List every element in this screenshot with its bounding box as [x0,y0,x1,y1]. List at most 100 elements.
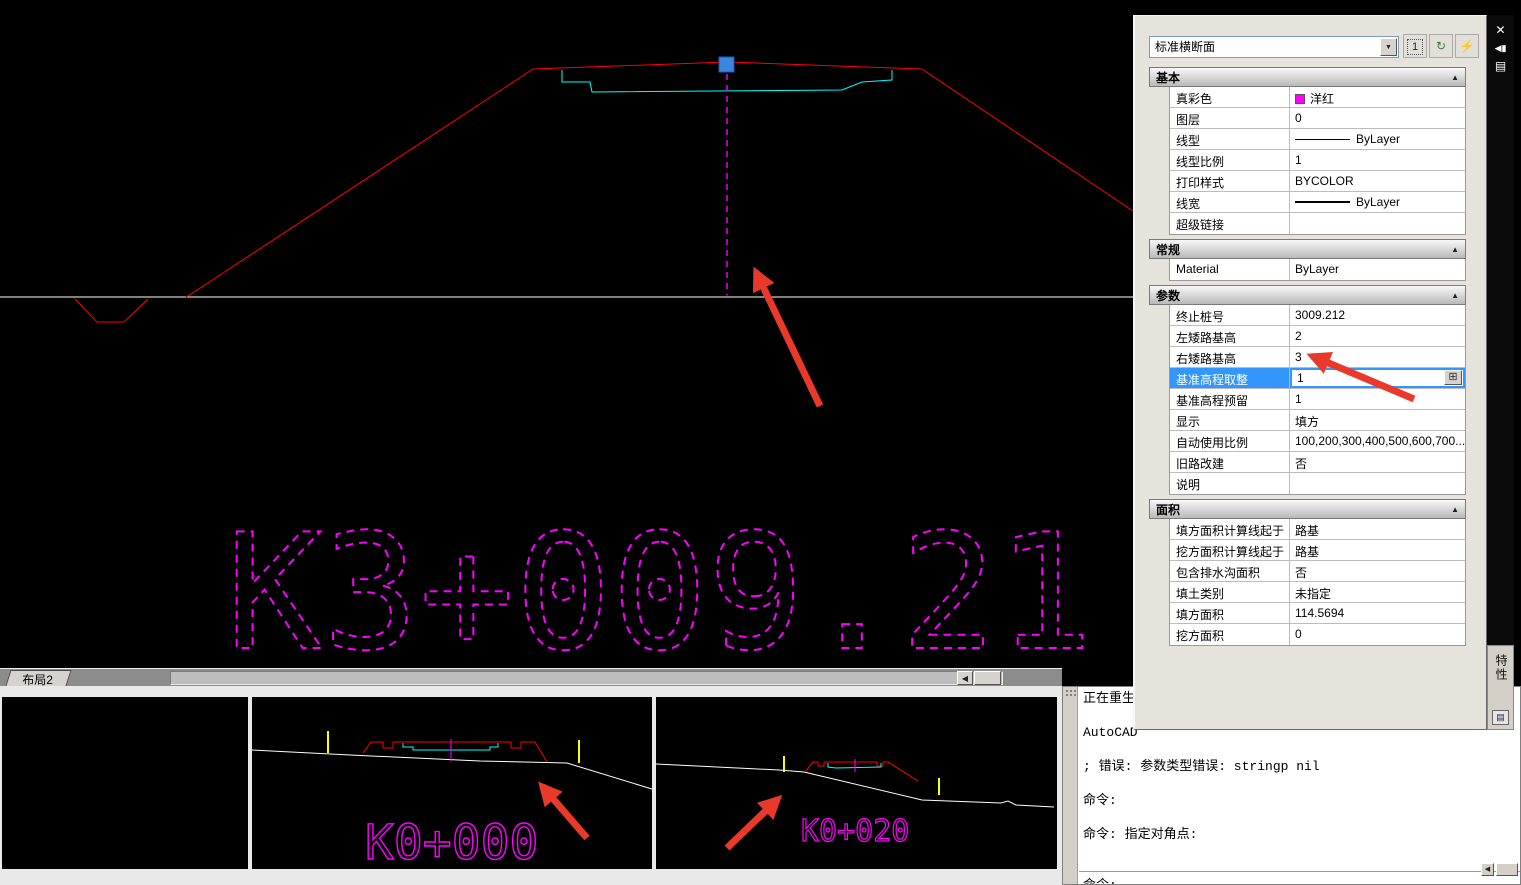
horizontal-scrollbar-thumb[interactable] [974,671,1001,685]
collapse-icon[interactable]: ▲ [1451,505,1459,514]
property-row[interactable]: 图层0 [1170,108,1465,129]
command-line: 命令: 指定对角点: [1083,827,1197,842]
property-value[interactable]: 1 [1290,150,1465,170]
collapse-icon[interactable]: ▲ [1451,73,1459,82]
property-label: 右矮路基高 [1170,347,1290,367]
property-row[interactable]: MaterialByLayer [1170,259,1465,280]
property-value[interactable]: 114.5694 [1290,603,1465,623]
property-value[interactable]: 洋红 [1290,87,1465,107]
property-value-text: 1 [1295,392,1302,406]
property-row[interactable]: 超级链接 [1170,213,1465,234]
close-icon[interactable]: ✕ [1487,21,1514,39]
property-row[interactable]: 说明 [1170,473,1465,494]
property-row[interactable]: 右矮路基高 3 [1170,347,1465,368]
property-row[interactable]: 挖方面积计算线起于路基 [1170,540,1465,561]
property-row[interactable]: 基准高程取整1⊞ [1170,368,1465,389]
palette-body: 标准横断面 ▼ 1 ↻ ⚡ 基本▲真彩色洋红图层0线型ByLayer线型比例1打… [1133,15,1487,730]
property-value[interactable]: 否 [1290,452,1465,472]
property-row[interactable]: 显示填方 [1170,410,1465,431]
property-value[interactable]: 0 [1290,108,1465,128]
model-canvas[interactable]: K3+009.21 [0,0,1135,668]
property-value[interactable]: 3009.212 [1290,305,1465,325]
property-value[interactable]: ByLayer [1290,192,1465,212]
tab-layout2[interactable]: 布局2 [5,670,71,686]
section-rows: 填方面积计算线起于路基挖方面积计算线起于路基包含排水沟面积否填土类别未指定填方面… [1169,519,1466,646]
property-value[interactable]: 否 [1290,561,1465,581]
property-value-text: 否 [1295,457,1307,471]
property-value[interactable]: 填方 [1290,410,1465,430]
property-value-text: 未指定 [1295,587,1331,601]
property-row[interactable]: 填土类别未指定 [1170,582,1465,603]
property-value[interactable]: 0 [1290,624,1465,645]
collapse-icon[interactable]: ▲ [1451,245,1459,254]
property-label: 挖方面积计算线起于 [1170,540,1290,560]
property-value[interactable]: 2 [1290,326,1465,346]
property-row[interactable]: 填方面积计算线起于路基 [1170,519,1465,540]
property-row[interactable]: 填方面积114.5694 [1170,603,1465,624]
scroll-left-button[interactable]: ◀ [957,671,973,685]
calculator-button[interactable]: ⊞ [1444,370,1462,385]
viewport-k0020[interactable]: K0+020 [656,697,1057,869]
property-row[interactable]: 终止桩号3009.212 [1170,305,1465,326]
property-value[interactable]: BYCOLOR [1290,171,1465,191]
section-header[interactable]: 常规▲ [1149,239,1466,259]
property-value[interactable] [1290,213,1465,234]
property-row[interactable]: 基准高程预留1 [1170,389,1465,410]
scroll-left-icon: ◀ [962,674,968,683]
property-value[interactable]: 路基 [1290,540,1465,560]
property-value[interactable]: 未指定 [1290,582,1465,602]
palette-menu-icon[interactable]: ▤ [1487,57,1514,75]
combo-dropdown-button[interactable]: ▼ [1380,38,1397,56]
command-separator [1079,871,1520,872]
property-value-text: 3 [1295,350,1302,364]
palette-properties-icon[interactable]: ▤ [1492,710,1509,725]
property-value[interactable]: ByLayer [1290,129,1465,149]
property-row[interactable]: 线宽ByLayer [1170,192,1465,213]
property-value[interactable] [1290,473,1465,494]
property-row[interactable]: 线型ByLayer [1170,129,1465,150]
section-header[interactable]: 参数▲ [1149,285,1466,305]
collapse-icon[interactable]: ▲ [1451,291,1459,300]
property-value[interactable]: 100,200,300,400,500,600,700... [1290,431,1465,451]
property-row[interactable]: 打印样式BYCOLOR [1170,171,1465,192]
horizontal-scrollbar-track[interactable] [170,671,1003,685]
command-prompt[interactable]: 命令: [1083,874,1117,885]
command-scrollbar-thumb[interactable] [1496,863,1518,876]
property-value[interactable]: 3 [1290,347,1465,367]
object-type-selector[interactable]: 标准横断面 ▼ [1149,36,1399,58]
palette-title-tab[interactable]: 特性 ▤ [1487,645,1514,730]
property-label: 填方面积计算线起于 [1170,519,1290,539]
section-rows: MaterialByLayer [1169,259,1466,281]
section-header[interactable]: 基本▲ [1149,67,1466,87]
property-row[interactable]: 左矮路基高2 [1170,326,1465,347]
palette-toolbar: 标准横断面 ▼ 1 ↻ ⚡ [1149,34,1476,60]
property-label: 终止桩号 [1170,305,1290,325]
property-row[interactable]: 包含排水沟面积否 [1170,561,1465,582]
property-value[interactable]: 1⊞ [1290,368,1465,388]
command-window-drag-handle[interactable] [1063,687,1078,884]
quick-select-button[interactable]: ⚡ [1455,34,1479,58]
section-header[interactable]: 面积▲ [1149,499,1466,519]
command-scroll-left-button[interactable]: ◀ [1481,863,1494,876]
property-row[interactable]: 旧路改建否 [1170,452,1465,473]
palette-title-bar[interactable]: ✕ ◀▮ ▤ 特性 ▤ [1487,15,1514,730]
property-row[interactable]: 自动使用比例100,200,300,400,500,600,700... [1170,431,1465,452]
property-row[interactable]: 真彩色洋红 [1170,87,1465,108]
autohide-icon[interactable]: ◀▮ [1487,39,1514,57]
property-value-text: 否 [1295,566,1307,580]
station-text: K3+009.21 [226,499,1093,668]
property-row[interactable]: 线型比例1 [1170,150,1465,171]
palette-sections: 基本▲真彩色洋红图层0线型ByLayer线型比例1打印样式BYCOLOR线宽By… [1149,67,1466,646]
viewport-k0000[interactable]: K0+000 [252,697,652,869]
property-value[interactable]: 1 [1290,389,1465,409]
property-row[interactable]: 挖方面积0 [1170,624,1465,645]
property-value[interactable]: ByLayer [1290,259,1465,280]
viewport-empty[interactable] [2,697,248,869]
color-swatch-icon [1295,94,1305,104]
property-value[interactable]: 路基 [1290,519,1465,539]
command-line: ; 错误: 参数类型错误: stringp nil [1083,759,1320,774]
property-label: 显示 [1170,410,1290,430]
select-objects-button[interactable]: ↻ [1429,34,1453,58]
grip-handle[interactable] [719,57,734,72]
pickadd-toggle-button[interactable]: 1 [1403,34,1427,58]
